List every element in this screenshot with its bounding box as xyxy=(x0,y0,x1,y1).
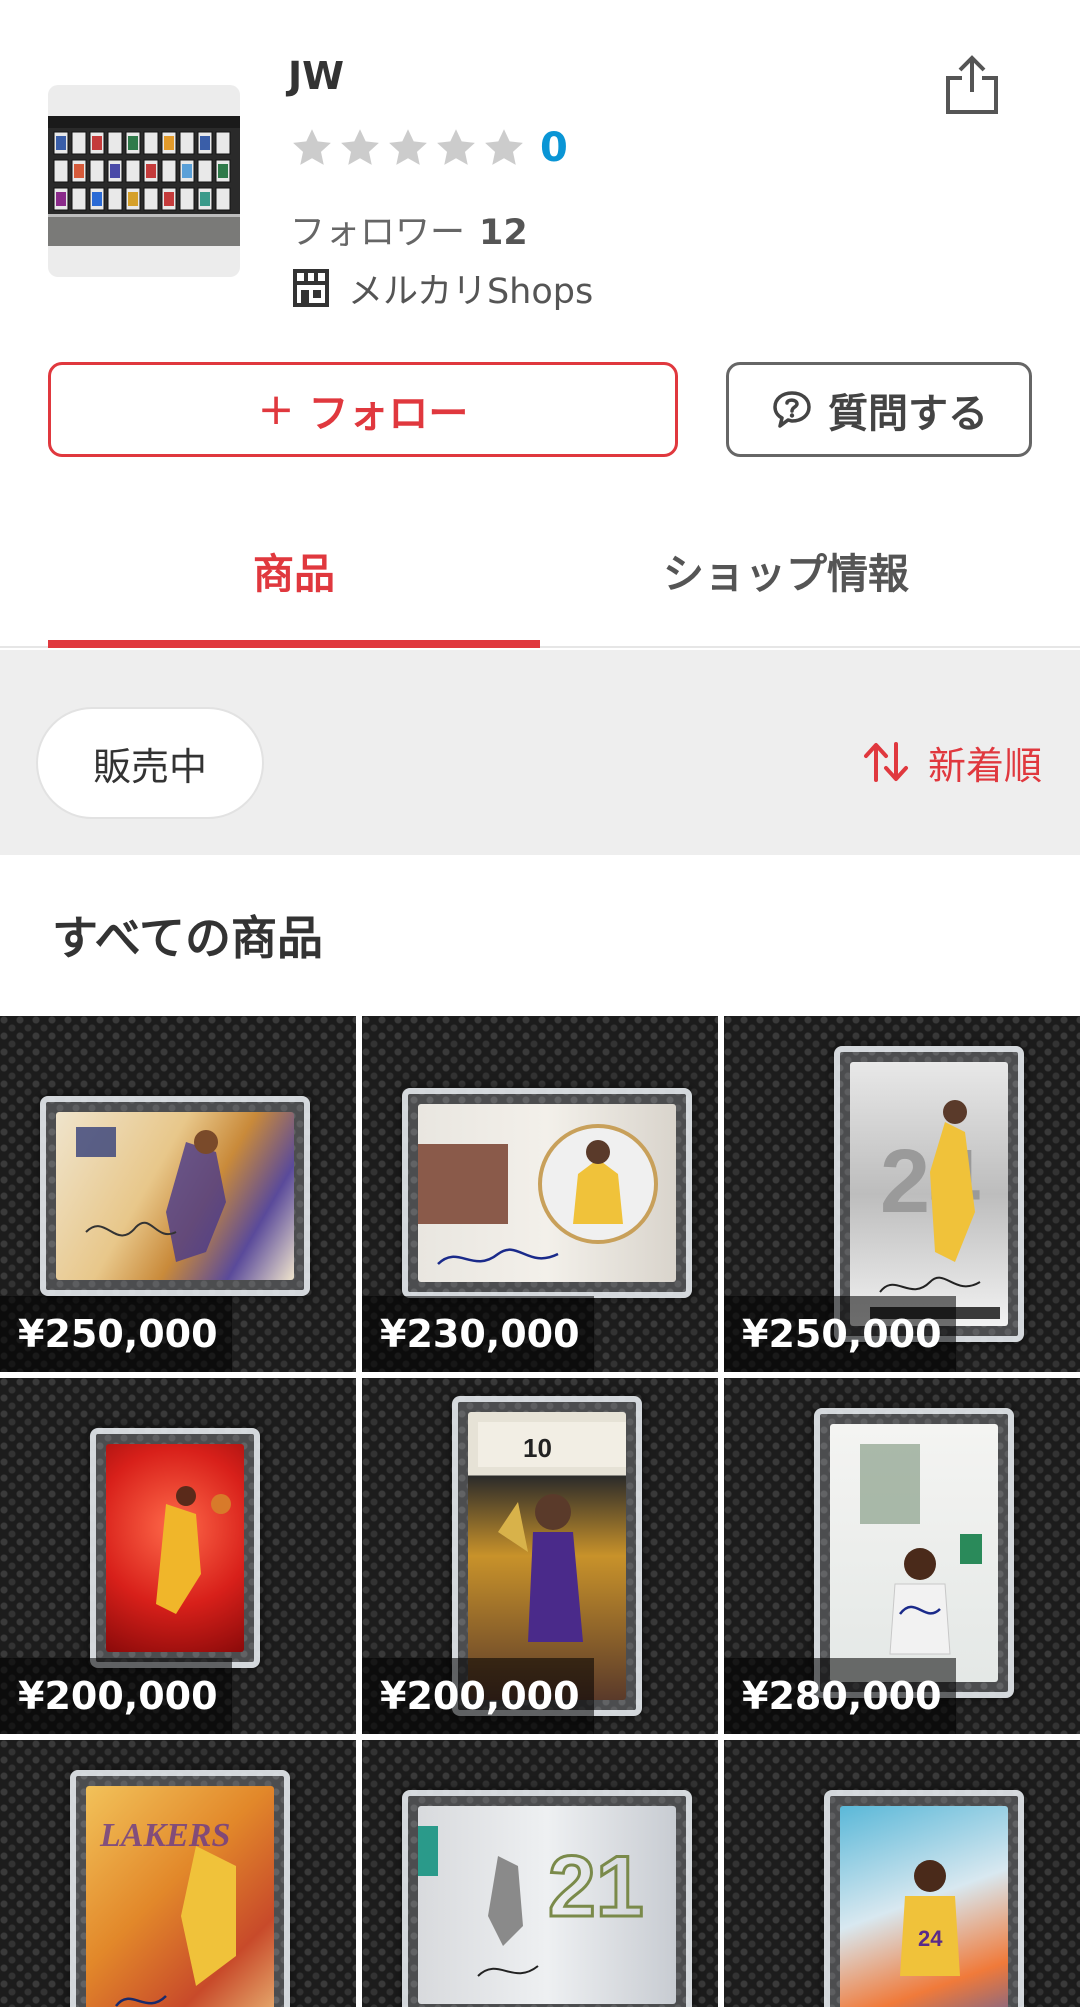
product-item[interactable]: ¥230,000 xyxy=(362,1016,718,1372)
chat-question-icon xyxy=(773,390,811,428)
card-image: 21 xyxy=(402,1790,692,2007)
followers-link[interactable]: フォロワー 12 xyxy=(290,204,528,255)
tab-products[interactable]: 商品 xyxy=(48,540,540,600)
star-icon xyxy=(293,129,331,165)
star-icon xyxy=(437,129,475,165)
mercari-shops-badge: メルカリShops xyxy=(292,266,593,312)
tab-shop-info[interactable]: ショップ情報 xyxy=(540,540,1032,600)
product-price: ¥280,000 xyxy=(724,1658,956,1734)
shop-profile-header: JW 0 フォロワー 12 メルカリShops xyxy=(0,0,1080,340)
rating-count: 0 xyxy=(540,125,568,171)
section-title: すべての商品 xyxy=(52,911,323,965)
star-icon xyxy=(389,129,427,165)
rating-stars[interactable]: 0 xyxy=(290,125,568,171)
card-image: 24 xyxy=(824,1790,1024,2007)
product-price: ¥250,000 xyxy=(0,1296,232,1372)
product-item[interactable]: ¥280,000 xyxy=(724,1378,1080,1734)
shop-icon xyxy=(293,269,329,307)
ask-question-button[interactable]: 質問する xyxy=(726,362,1032,457)
active-tab-indicator xyxy=(48,640,540,648)
card-image xyxy=(90,1428,260,1668)
share-icon[interactable] xyxy=(940,50,1004,120)
product-item[interactable]: ¥200,000 xyxy=(0,1378,356,1734)
filter-bar: 販売中 新着順 xyxy=(0,650,1080,855)
product-price: ¥200,000 xyxy=(362,1658,594,1734)
card-image xyxy=(814,1408,1014,1698)
svg-text:24: 24 xyxy=(918,1926,943,1951)
product-item[interactable]: LAKERS xyxy=(0,1740,356,2007)
product-price: ¥200,000 xyxy=(0,1658,232,1734)
followers-count: 12 xyxy=(479,213,528,253)
star-icon xyxy=(341,129,379,165)
product-item[interactable]: ¥250,000 xyxy=(0,1016,356,1372)
status-filter-chip[interactable]: 販売中 xyxy=(36,707,264,819)
svg-text:10: 10 xyxy=(523,1433,552,1463)
shop-tabs: 商品 ショップ情報 xyxy=(0,500,1080,648)
star-icon xyxy=(485,129,523,165)
followers-label: フォロワー xyxy=(290,213,466,253)
product-item[interactable]: 10 ¥200,000 xyxy=(362,1378,718,1734)
product-price: ¥230,000 xyxy=(362,1296,594,1372)
plus-icon: + xyxy=(257,384,295,435)
sort-arrows-icon xyxy=(863,742,908,782)
shop-avatar[interactable] xyxy=(48,85,240,277)
follow-button[interactable]: + フォロー xyxy=(48,362,678,457)
card-image xyxy=(402,1088,692,1298)
svg-text:LAKERS: LAKERS xyxy=(99,1817,230,1854)
ask-label: 質問する xyxy=(828,390,988,437)
avatar-photo xyxy=(48,116,240,246)
card-image xyxy=(40,1096,310,1296)
sort-button[interactable]: 新着順 xyxy=(862,732,1042,792)
shops-label: メルカリShops xyxy=(348,271,594,312)
svg-text:21: 21 xyxy=(548,1839,644,1935)
shop-name: JW xyxy=(288,54,345,98)
product-price: ¥250,000 xyxy=(724,1296,956,1372)
product-item[interactable]: 24 xyxy=(724,1740,1080,2007)
follow-label: フォロー xyxy=(308,390,469,437)
product-item[interactable]: 21 xyxy=(362,1740,718,2007)
product-grid: ¥250,000 ¥230,000 24 ¥250,000 ¥200,000 1… xyxy=(0,1016,1080,2007)
product-item[interactable]: 24 ¥250,000 xyxy=(724,1016,1080,1372)
card-image: LAKERS xyxy=(70,1770,290,2007)
sort-label: 新着順 xyxy=(927,743,1042,788)
